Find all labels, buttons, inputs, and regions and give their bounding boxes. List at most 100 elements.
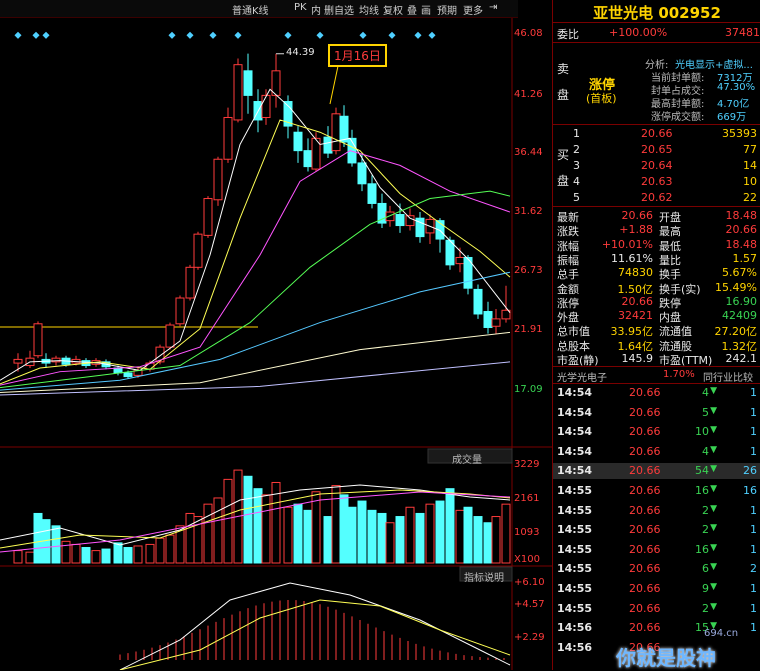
- tick-price: 20.66: [629, 542, 661, 556]
- volume-bar: [223, 478, 233, 564]
- stat-value: 11.61%: [611, 251, 653, 265]
- stat-value: 5.67%: [722, 266, 757, 280]
- industry-name: 光学光电子: [557, 373, 607, 384]
- volume-tick: 3229: [514, 459, 540, 470]
- candle-body: [405, 215, 415, 227]
- volume-bar: [243, 475, 253, 564]
- volume-label[interactable]: 成交量: [452, 451, 482, 466]
- candle-body: [385, 211, 395, 222]
- candle-body: [293, 131, 303, 152]
- volume-bar: [293, 503, 303, 564]
- tick-volume: 2: [702, 503, 709, 517]
- analysis-row: 涨停成交额: 669万: [651, 107, 760, 123]
- sell-label: 盘: [557, 88, 570, 102]
- tick-row: 14:55 20.66 9 ▼ 1: [553, 581, 760, 597]
- down-arrow-icon: ▼: [710, 425, 717, 436]
- tick-count: 1: [750, 601, 757, 615]
- candle-body: [455, 256, 465, 265]
- tick-volume: 4: [702, 386, 709, 399]
- tick-count: 1: [750, 405, 757, 419]
- bid-row[interactable]: 1 20.66 35393: [553, 126, 760, 142]
- bid-volume: 10: [743, 175, 757, 188]
- tick-time: 14:55: [557, 484, 593, 497]
- candle-body: [213, 158, 223, 201]
- weicha-value: 37481: [725, 26, 760, 39]
- tick-time: 14:54: [557, 386, 593, 399]
- volume-bar: [455, 509, 465, 564]
- tick-price: 20.66: [629, 405, 661, 419]
- tick-row: 14:54 20.66 10 ▼ 1: [553, 424, 760, 440]
- bid-row[interactable]: 4 20.63 10: [553, 174, 760, 190]
- tick-count: 1: [750, 503, 757, 517]
- volume-bar: [185, 512, 195, 564]
- volume-bar: [213, 497, 223, 564]
- tick-count: 1: [750, 386, 757, 399]
- bid-row[interactable]: 5 20.62 22: [553, 190, 760, 206]
- candle-body: [243, 70, 253, 96]
- volume-bar: [339, 494, 349, 564]
- volume-bar: [51, 525, 61, 564]
- candle-body: [193, 233, 203, 268]
- bid-volume: 35393: [722, 127, 757, 140]
- volume-bar: [283, 506, 293, 564]
- bid-level: 1: [573, 127, 580, 140]
- tick-time: 14:54: [557, 464, 593, 478]
- stat-row: 市盈(静) 145.9 市盈(TTM) 242.1: [553, 351, 760, 367]
- candle-body: [175, 297, 185, 325]
- down-arrow-icon: ▼: [710, 405, 717, 416]
- ma20-line: [0, 150, 511, 386]
- bid-row[interactable]: 2 20.65 77: [553, 142, 760, 158]
- stat-value: 18.48: [725, 237, 758, 251]
- bid-row[interactable]: 3 20.64 14: [553, 158, 760, 174]
- tick-price: 20.66: [629, 464, 661, 478]
- event-diamond-icon: [168, 31, 176, 39]
- tick-row: 14:55 20.66 16 ▼ 16: [553, 483, 760, 499]
- industry-row[interactable]: 光学光电子 1.70% 同行业比较: [553, 368, 760, 384]
- volume-bar: [165, 534, 175, 564]
- tick-price: 20.66: [629, 425, 661, 439]
- volume-bar: [347, 506, 357, 564]
- ma10-line: [0, 119, 511, 385]
- industry-compare[interactable]: 同行业比较: [703, 369, 753, 384]
- volume-bar: [155, 537, 165, 564]
- candle-body: [323, 136, 333, 154]
- tick-count: 16: [743, 484, 757, 497]
- tick-count: 1: [750, 523, 757, 537]
- tick-volume: 5: [702, 405, 709, 419]
- down-arrow-icon: ▼: [710, 464, 717, 475]
- volume-bar: [323, 516, 333, 564]
- dea-line: [119, 599, 511, 670]
- volume-bar: [435, 500, 445, 564]
- down-arrow-icon: ▼: [710, 503, 717, 514]
- tick-row: 14:55 20.66 16 ▼ 1: [553, 542, 760, 558]
- tick-row: 14:55 20.66 2 ▼ 1: [553, 601, 760, 617]
- tick-time: 14:54: [557, 444, 593, 458]
- indicator-help-button[interactable]: 指标说明: [464, 569, 504, 584]
- tick-volume: 16: [695, 542, 709, 556]
- stat-value: 20.66: [621, 209, 654, 222]
- candle-body: [491, 318, 501, 327]
- tick-count: 1: [750, 425, 757, 439]
- volume-bar: [13, 550, 23, 564]
- stat-value: 20.66: [725, 223, 758, 237]
- volume-bar: [367, 509, 377, 564]
- stock-code: 002952: [658, 4, 721, 22]
- candle-body: [303, 150, 313, 168]
- tick-row: 14:55 20.66 6 ▼ 2: [553, 561, 760, 577]
- event-diamond-icon: [186, 31, 194, 39]
- candle-body: [357, 162, 367, 185]
- ma60-line: [0, 271, 511, 391]
- weibi-row: 委比 +100.00% 37481: [553, 25, 760, 41]
- tick-time: 14:55: [557, 542, 593, 556]
- candle-body: [233, 64, 243, 121]
- tick-volume: 2: [702, 601, 709, 615]
- volume-bar: [123, 547, 133, 564]
- stat-value: 74830: [618, 266, 653, 280]
- candle-body: [203, 198, 213, 236]
- tick-count: 1: [750, 582, 757, 595]
- watermark-text: 你就是股神: [616, 646, 716, 670]
- stat-value: +10.01%: [601, 237, 653, 251]
- volume-bar: [501, 503, 511, 564]
- candle-body: [33, 323, 43, 357]
- bid-level: 3: [573, 159, 580, 172]
